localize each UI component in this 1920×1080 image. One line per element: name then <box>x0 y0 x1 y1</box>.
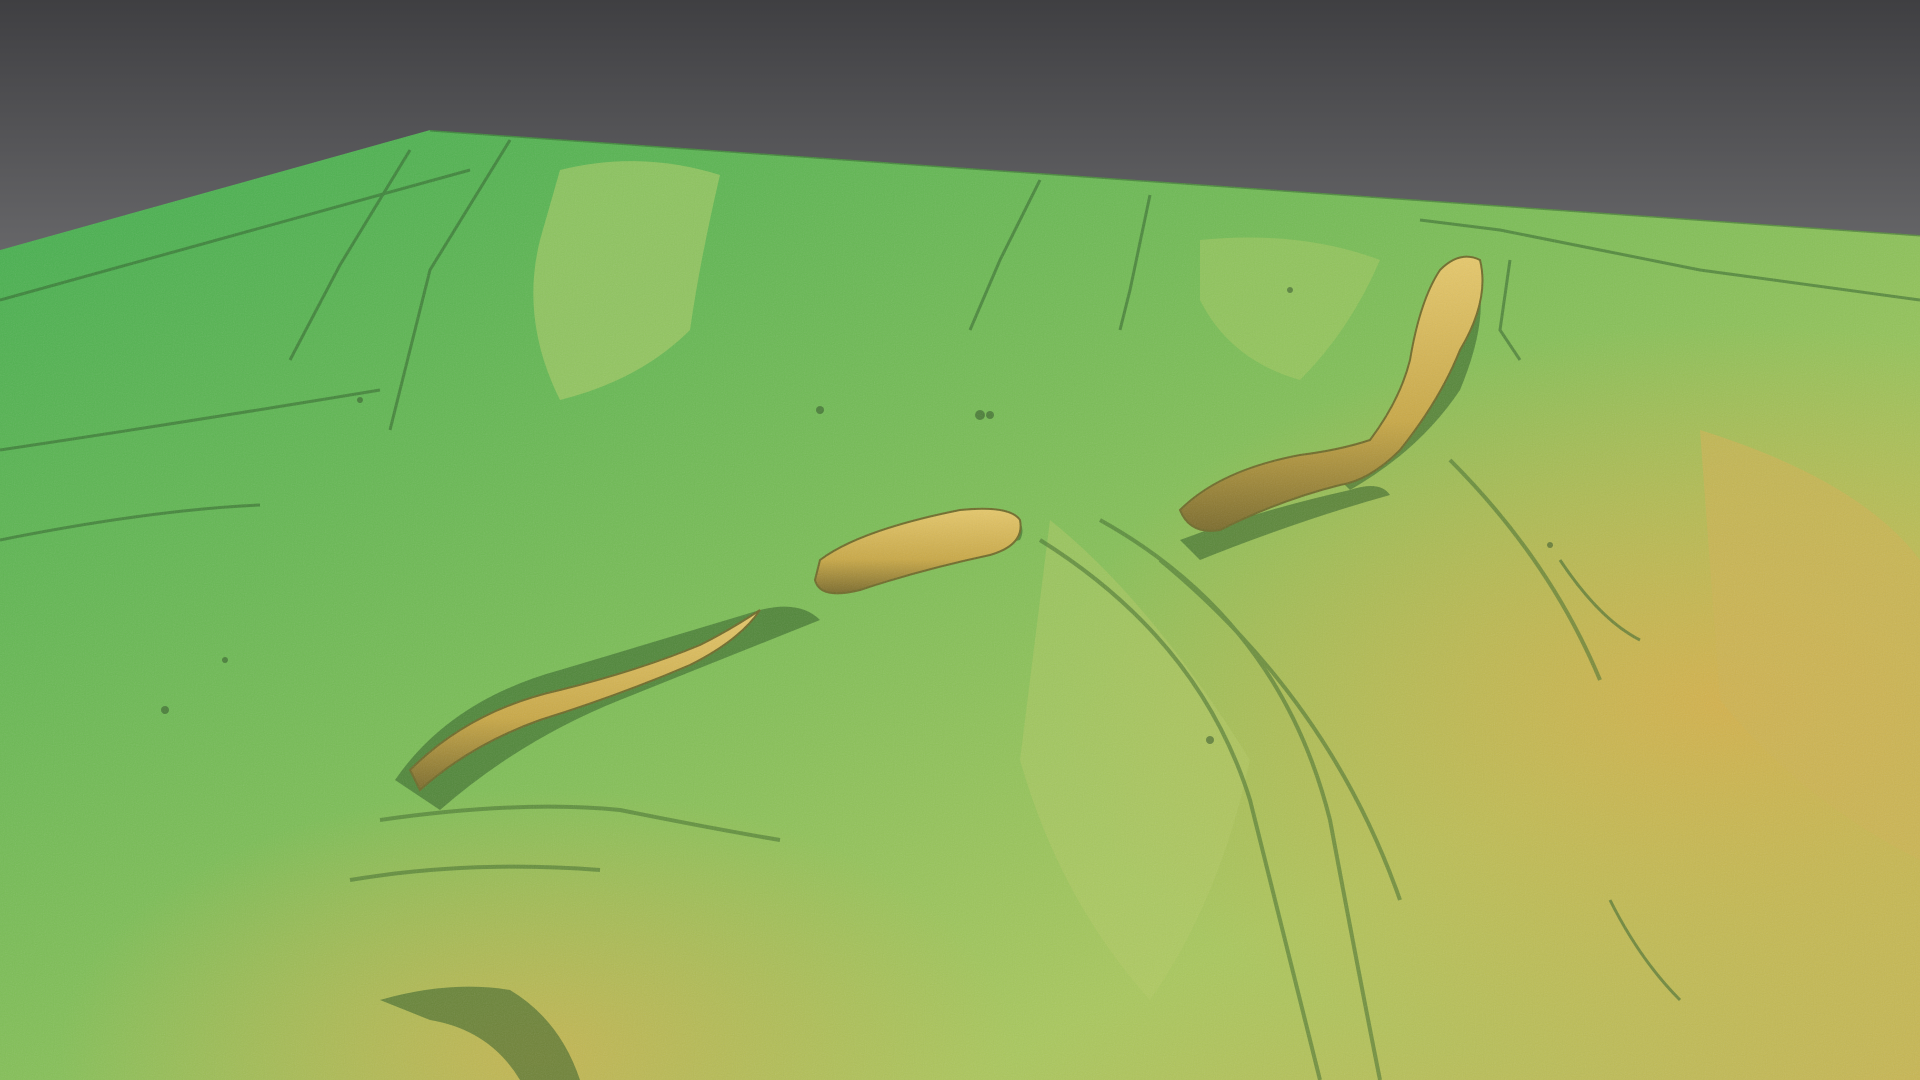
terrain-viewport[interactable] <box>0 0 1920 1080</box>
terrain-render <box>0 0 1920 1080</box>
